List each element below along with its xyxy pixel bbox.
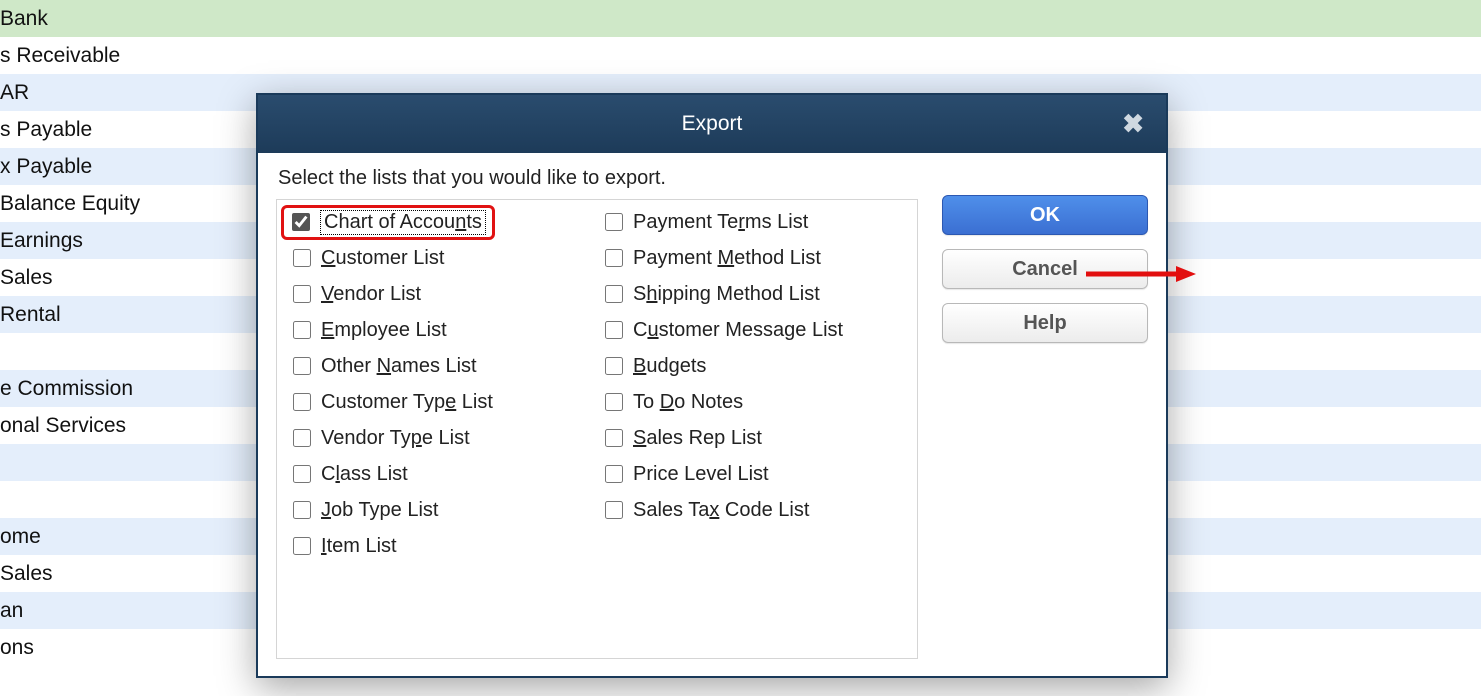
export-list-item-customer-message-list[interactable]: Customer Message List [589, 312, 905, 348]
checkbox-sales-tax-code-list[interactable] [605, 501, 623, 519]
checkbox-item-list[interactable] [293, 537, 311, 555]
label-employee-list: Employee List [321, 319, 447, 342]
label-budgets: Budgets [633, 355, 706, 378]
export-list-item-customer-type-list[interactable]: Customer Type List [277, 384, 589, 420]
label-chart-of-accounts: Chart of Accounts [324, 211, 482, 233]
export-list-item-chart-of-accounts[interactable]: Chart of Accounts [277, 204, 589, 240]
label-payment-method-list: Payment Method List [633, 247, 821, 270]
label-vendor-type-list: Vendor Type List [321, 427, 470, 450]
checkbox-vendor-type-list[interactable] [293, 429, 311, 447]
label-job-type-list: Job Type List [321, 499, 438, 522]
dialog-body: Select the lists that you would like to … [258, 153, 1166, 220]
export-list-item-shipping-method-list[interactable]: Shipping Method List [589, 276, 905, 312]
highlight-chart-of-accounts: Chart of Accounts [281, 205, 495, 240]
help-button[interactable]: Help [942, 303, 1148, 343]
export-list-item-job-type-list[interactable]: Job Type List [277, 492, 589, 528]
dialog-titlebar: Export ✖ [258, 95, 1166, 153]
export-list-item-budgets[interactable]: Budgets [589, 348, 905, 384]
export-list-item-item-list[interactable]: Item List [277, 528, 589, 564]
export-list-item-payment-method-list[interactable]: Payment Method List [589, 240, 905, 276]
export-list-item-price-level-list[interactable]: Price Level List [589, 456, 905, 492]
label-customer-type-list: Customer Type List [321, 391, 493, 414]
dialog-buttons: OK Cancel Help [942, 195, 1148, 343]
export-list-item-to-do-notes[interactable]: To Do Notes [589, 384, 905, 420]
ok-button[interactable]: OK [942, 195, 1148, 235]
export-list-item-payment-terms-list[interactable]: Payment Terms List [589, 204, 905, 240]
checkbox-customer-message-list[interactable] [605, 321, 623, 339]
checkbox-price-level-list[interactable] [605, 465, 623, 483]
checkbox-budgets[interactable] [605, 357, 623, 375]
export-dialog: Export ✖ Select the lists that you would… [256, 93, 1168, 678]
export-list-item-sales-rep-list[interactable]: Sales Rep List [589, 420, 905, 456]
label-customer-message-list: Customer Message List [633, 319, 843, 342]
label-shipping-method-list: Shipping Method List [633, 283, 820, 306]
checkbox-customer-list[interactable] [293, 249, 311, 267]
export-list-item-other-names-list[interactable]: Other Names List [277, 348, 589, 384]
checkbox-customer-type-list[interactable] [293, 393, 311, 411]
checkbox-payment-terms-list[interactable] [605, 213, 623, 231]
label-payment-terms-list: Payment Terms List [633, 211, 808, 234]
label-sales-rep-list: Sales Rep List [633, 427, 762, 450]
label-class-list: Class List [321, 463, 408, 486]
export-list-item-vendor-list[interactable]: Vendor List [277, 276, 589, 312]
accounts-list-row[interactable]: s Receivable [0, 37, 1481, 74]
accounts-list-row[interactable]: Bank [0, 0, 1481, 37]
cancel-button[interactable]: Cancel [942, 249, 1148, 289]
export-list-item-customer-list[interactable]: Customer List [277, 240, 589, 276]
checkbox-sales-rep-list[interactable] [605, 429, 623, 447]
checkbox-payment-method-list[interactable] [605, 249, 623, 267]
export-list-col-left: Chart of Accounts Customer List Vendor Lis… [277, 204, 589, 564]
checkbox-employee-list[interactable] [293, 321, 311, 339]
checkbox-shipping-method-list[interactable] [605, 285, 623, 303]
export-list-col-right: Payment Terms List Payment Method List Shi… [589, 204, 905, 564]
label-sales-tax-code-list: Sales Tax Code List [633, 499, 809, 522]
label-to-do-notes: To Do Notes [633, 391, 743, 414]
checkbox-to-do-notes[interactable] [605, 393, 623, 411]
label-vendor-list: Vendor List [321, 283, 421, 306]
checkbox-chart-of-accounts[interactable] [292, 213, 310, 231]
export-list-item-vendor-type-list[interactable]: Vendor Type List [277, 420, 589, 456]
checkbox-vendor-list[interactable] [293, 285, 311, 303]
checkbox-class-list[interactable] [293, 465, 311, 483]
checkbox-job-type-list[interactable] [293, 501, 311, 519]
label-customer-list: Customer List [321, 247, 444, 270]
export-list-item-sales-tax-code-list[interactable]: Sales Tax Code List [589, 492, 905, 528]
export-list-item-class-list[interactable]: Class List [277, 456, 589, 492]
label-item-list: Item List [321, 535, 397, 558]
close-icon[interactable]: ✖ [1122, 109, 1144, 140]
dialog-instruction: Select the lists that you would like to … [278, 167, 1146, 190]
label-other-names-list: Other Names List [321, 355, 477, 378]
label-price-level-list: Price Level List [633, 463, 769, 486]
checkbox-other-names-list[interactable] [293, 357, 311, 375]
export-lists-box: Chart of Accounts Customer List Vendor Lis… [276, 199, 918, 659]
export-list-item-employee-list[interactable]: Employee List [277, 312, 589, 348]
dialog-title: Export [682, 112, 743, 136]
